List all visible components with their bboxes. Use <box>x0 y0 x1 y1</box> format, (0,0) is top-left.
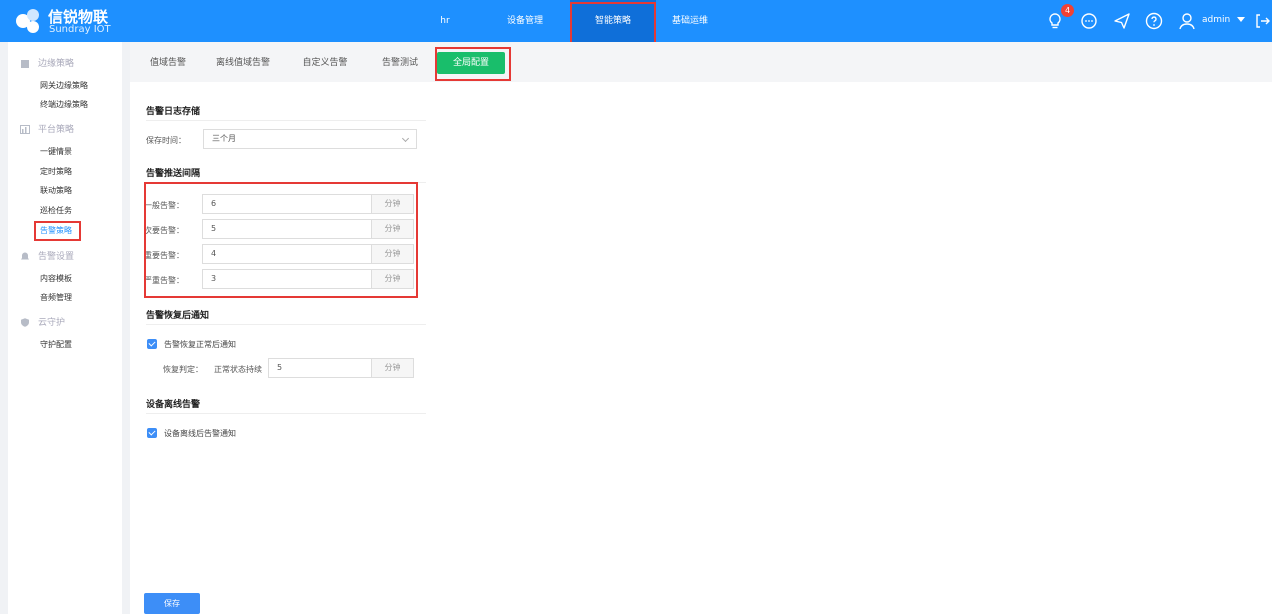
sidebar-item-terminal-edge[interactable]: 终端边缘策略 <box>40 99 88 110</box>
save-button[interactable]: 保存 <box>144 593 200 614</box>
nav-device-management[interactable]: 设备管理 <box>500 0 550 42</box>
chat-icon[interactable] <box>1079 11 1099 31</box>
nav-smart-strategy[interactable]: 智能策略 <box>570 0 656 42</box>
chart-icon <box>20 125 30 134</box>
alarm-minor-input[interactable]: 5 <box>202 219 372 239</box>
sidebar-group-label: 边缘策略 <box>38 59 75 69</box>
sidebar: 边缘策略 网关边缘策略 终端边缘策略 平台策略 一键情景 定时策略 联动策略 巡… <box>8 42 122 614</box>
unit-addon: 分钟 <box>372 244 414 264</box>
section-title-push-interval: 告警推送间隔 <box>146 169 201 179</box>
alarm-minor-label: 次要告警： <box>144 226 184 235</box>
sidebar-item-inspection-task[interactable]: 巡检任务 <box>40 205 72 216</box>
tab-bar: 值域告警 离线值域告警 自定义告警 告警测试 全局配置 <box>130 42 1272 82</box>
nav-hr[interactable]: hr <box>430 0 460 42</box>
recovery-duration-input[interactable]: 5 <box>268 358 372 378</box>
recovery-duration-label: 正常状态持续 <box>214 365 262 374</box>
sidebar-item-one-click-scene[interactable]: 一键情景 <box>40 146 72 157</box>
sidebar-group-label: 平台策略 <box>38 125 75 135</box>
retention-label: 保存时间： <box>146 136 186 145</box>
sidebar-group-label: 告警设置 <box>38 252 75 262</box>
unit-addon: 分钟 <box>372 219 414 239</box>
chevron-down-icon <box>401 134 410 143</box>
building-icon <box>21 60 29 68</box>
tab-custom-alarm[interactable]: 自定义告警 <box>295 52 355 74</box>
recovery-judge-label: 恢复判定： <box>163 365 203 374</box>
sidebar-group-platform[interactable]: 平台策略 <box>20 122 74 135</box>
main-content: 值域告警 离线值域告警 自定义告警 告警测试 全局配置 告警日志存储 保存时间：… <box>130 42 1272 614</box>
logout-icon[interactable] <box>1252 11 1272 31</box>
alarm-critical-label: 严重告警： <box>144 276 184 285</box>
tab-alarm-test[interactable]: 告警测试 <box>374 52 426 74</box>
unit-addon: 分钟 <box>372 194 414 214</box>
retention-value: 三个月 <box>212 134 236 143</box>
sidebar-item-content-template[interactable]: 内容模板 <box>40 273 72 284</box>
section-divider <box>146 182 426 183</box>
retention-select[interactable]: 三个月 <box>203 129 417 149</box>
tab-global-config[interactable]: 全局配置 <box>437 52 505 74</box>
offline-checkbox-label: 设备离线后告警通知 <box>164 429 236 438</box>
alarm-major-input[interactable]: 4 <box>202 244 372 264</box>
sidebar-item-audio-management[interactable]: 音频管理 <box>40 292 72 303</box>
sidebar-item-timed-strategy[interactable]: 定时策略 <box>40 166 72 177</box>
section-title-recovery: 告警恢复后通知 <box>146 311 210 321</box>
sidebar-group-edge[interactable]: 边缘策略 <box>20 56 74 69</box>
unit-addon: 分钟 <box>372 358 414 378</box>
section-divider <box>146 120 426 121</box>
sidebar-group-cloud-guard[interactable]: 云守护 <box>20 315 65 328</box>
unit-addon: 分钟 <box>372 269 414 289</box>
tab-range-alarm[interactable]: 值域告警 <box>138 52 198 74</box>
section-title-offline: 设备离线告警 <box>146 400 201 410</box>
alarm-general-label: 一般告警： <box>144 201 184 210</box>
sidebar-item-linkage-strategy[interactable]: 联动策略 <box>40 185 72 196</box>
alarm-major-label: 重要告警： <box>144 251 184 260</box>
logo-icon <box>16 9 39 33</box>
sidebar-item-alarm-strategy[interactable]: 告警策略 <box>40 225 72 236</box>
notification-badge: 4 <box>1061 4 1074 17</box>
alarm-general-input[interactable]: 6 <box>202 194 372 214</box>
bell-icon <box>21 252 29 260</box>
sidebar-group-label: 云守护 <box>38 318 66 328</box>
help-icon[interactable] <box>1144 11 1164 31</box>
tab-offline-range-alarm[interactable]: 离线值域告警 <box>208 52 278 74</box>
user-icon[interactable] <box>1177 11 1197 31</box>
brand-subtitle: Sundray IOT <box>49 24 111 35</box>
sidebar-item-guard-config[interactable]: 守护配置 <box>40 339 72 350</box>
top-header: 信锐物联 Sundray IOT hr 设备管理 智能策略 基础运维 4 adm… <box>0 0 1272 42</box>
username[interactable]: admin <box>1202 15 1230 25</box>
sidebar-item-gateway-edge[interactable]: 网关边缘策略 <box>40 80 88 91</box>
alarm-critical-input[interactable]: 3 <box>202 269 372 289</box>
nav-basic-ops[interactable]: 基础运维 <box>665 0 715 42</box>
sidebar-group-alarm-settings[interactable]: 告警设置 <box>20 249 74 262</box>
section-title-log-storage: 告警日志存储 <box>146 107 201 117</box>
section-divider <box>146 413 426 414</box>
send-icon[interactable] <box>1112 11 1132 31</box>
offline-checkbox[interactable] <box>147 428 157 438</box>
section-divider <box>146 324 426 325</box>
recovery-checkbox[interactable] <box>147 339 157 349</box>
recovery-checkbox-label: 告警恢复正常后通知 <box>164 340 236 349</box>
chevron-down-icon[interactable] <box>1237 17 1245 22</box>
shield-icon <box>21 318 29 327</box>
